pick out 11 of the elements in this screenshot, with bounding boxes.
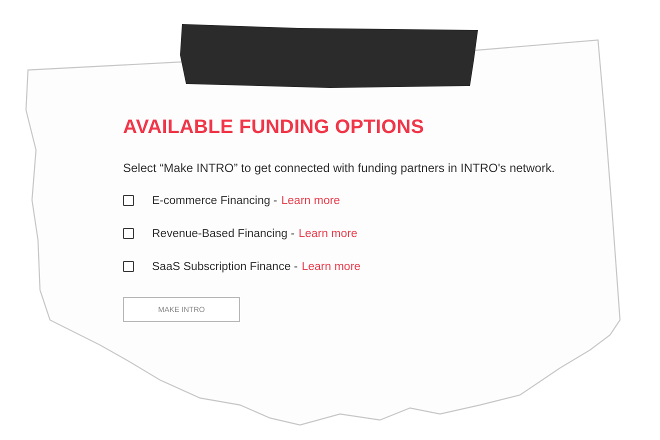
option-label: E-commerce Financing - xyxy=(152,194,278,206)
learn-more-link[interactable]: Learn more xyxy=(298,228,358,240)
section-title: AVAILABLE FUNDING OPTIONS xyxy=(123,116,426,139)
option-label: SaaS Subscription Finance - xyxy=(152,260,298,272)
checkbox[interactable] xyxy=(123,261,134,272)
learn-more-link[interactable]: Learn more xyxy=(281,194,340,206)
checkbox[interactable] xyxy=(123,228,134,239)
learn-more-link[interactable]: Learn more xyxy=(302,260,361,272)
option-label: Revenue-Based Financing - xyxy=(152,228,295,240)
checkbox[interactable] xyxy=(123,195,134,206)
intro-text: Select “Make INTRO” to get connected with funding partners in INTRO's network. xyxy=(123,161,556,175)
